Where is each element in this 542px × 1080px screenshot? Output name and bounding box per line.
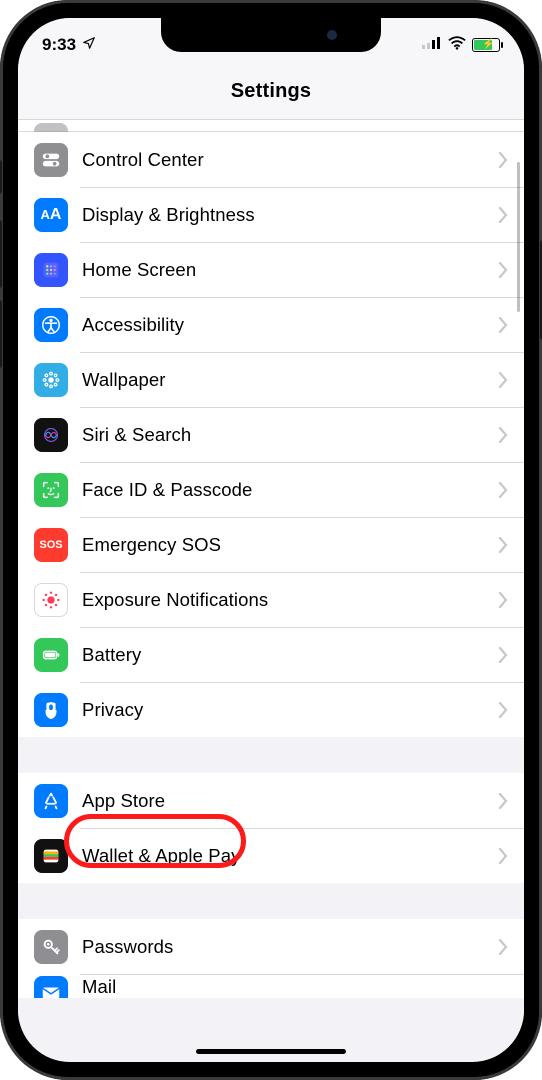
list-item-label: Passwords bbox=[82, 936, 498, 958]
chevron-right-icon bbox=[498, 848, 508, 864]
list-item-privacy[interactable]: Privacy bbox=[18, 682, 524, 737]
accessibility-icon bbox=[34, 308, 68, 342]
list-item-label: Wallet & Apple Pay bbox=[82, 845, 498, 867]
list-item-sos[interactable]: SOS Emergency SOS bbox=[18, 517, 524, 572]
settings-group: App Store Wallet & Apple Pay bbox=[18, 773, 524, 883]
list-item-passwords[interactable]: Passwords bbox=[18, 919, 524, 974]
list-item-label: Accessibility bbox=[82, 314, 498, 336]
chevron-right-icon bbox=[498, 427, 508, 443]
list-item-battery[interactable]: Battery bbox=[18, 627, 524, 682]
chevron-right-icon bbox=[498, 793, 508, 809]
nav-header: Settings bbox=[18, 66, 524, 120]
privacy-icon bbox=[34, 693, 68, 727]
list-item-label: Wallpaper bbox=[82, 369, 498, 391]
passwords-icon bbox=[34, 930, 68, 964]
battery-settings-icon bbox=[34, 638, 68, 672]
settings-group: Control Center AA Display & Brightness bbox=[18, 120, 524, 737]
chevron-right-icon bbox=[498, 317, 508, 333]
list-item-label: Privacy bbox=[82, 699, 498, 721]
location-icon bbox=[82, 35, 96, 55]
list-item-label: Control Center bbox=[82, 149, 498, 171]
list-item-control-center[interactable]: Control Center bbox=[18, 132, 524, 187]
siri-icon bbox=[34, 418, 68, 452]
list-item-mail[interactable]: Mail bbox=[18, 974, 524, 998]
screen: 9:33 bbox=[18, 18, 524, 1062]
chevron-right-icon bbox=[498, 537, 508, 553]
list-item-label: Battery bbox=[82, 644, 498, 666]
settings-list[interactable]: Control Center AA Display & Brightness bbox=[18, 120, 524, 1061]
status-time: 9:33 bbox=[42, 35, 76, 55]
exposure-icon bbox=[34, 583, 68, 617]
list-item-wallet[interactable]: Wallet & Apple Pay bbox=[18, 828, 524, 883]
list-item-label: Siri & Search bbox=[82, 424, 498, 446]
chevron-right-icon bbox=[498, 262, 508, 278]
appstore-icon bbox=[34, 784, 68, 818]
wifi-icon bbox=[448, 36, 466, 55]
list-item-siri[interactable]: Siri & Search bbox=[18, 407, 524, 462]
list-item-appstore[interactable]: App Store bbox=[18, 773, 524, 828]
notch bbox=[161, 18, 381, 52]
list-item-label: Display & Brightness bbox=[82, 204, 498, 226]
page-title: Settings bbox=[18, 80, 524, 103]
volume-up-button bbox=[0, 220, 2, 288]
chevron-right-icon bbox=[498, 939, 508, 955]
mute-switch bbox=[0, 160, 2, 194]
sos-icon: SOS bbox=[34, 528, 68, 562]
cellular-icon bbox=[422, 36, 442, 54]
display-icon: AA bbox=[34, 198, 68, 232]
list-item-home-screen[interactable]: Home Screen bbox=[18, 242, 524, 297]
list-item-label: Home Screen bbox=[82, 259, 498, 281]
list-item-label: Exposure Notifications bbox=[82, 589, 498, 611]
list-item-label: Face ID & Passcode bbox=[82, 479, 498, 501]
chevron-right-icon bbox=[498, 592, 508, 608]
chevron-right-icon bbox=[498, 207, 508, 223]
phone-frame: 9:33 bbox=[0, 0, 542, 1080]
chevron-right-icon bbox=[498, 372, 508, 388]
list-item-label: Mail bbox=[82, 976, 508, 998]
chevron-right-icon bbox=[498, 482, 508, 498]
list-item-exposure[interactable]: Exposure Notifications bbox=[18, 572, 524, 627]
home-indicator[interactable] bbox=[196, 1049, 346, 1054]
chevron-right-icon bbox=[498, 152, 508, 168]
wallet-icon bbox=[34, 839, 68, 873]
list-item-wallpaper[interactable]: Wallpaper bbox=[18, 352, 524, 407]
mail-icon bbox=[34, 976, 68, 998]
list-item-label: App Store bbox=[82, 790, 498, 812]
battery-icon: ⚡ bbox=[472, 38, 500, 52]
list-item-partial bbox=[18, 120, 524, 132]
wallpaper-icon bbox=[34, 363, 68, 397]
settings-group: Passwords Mail bbox=[18, 919, 524, 998]
volume-down-button bbox=[0, 300, 2, 368]
faceid-icon bbox=[34, 473, 68, 507]
list-item-display[interactable]: AA Display & Brightness bbox=[18, 187, 524, 242]
chevron-right-icon bbox=[498, 647, 508, 663]
list-item-accessibility[interactable]: Accessibility bbox=[18, 297, 524, 352]
scroll-indicator[interactable] bbox=[517, 162, 520, 312]
list-item-label: Emergency SOS bbox=[82, 534, 498, 556]
chevron-right-icon bbox=[498, 702, 508, 718]
control-center-icon bbox=[34, 143, 68, 177]
home-screen-icon bbox=[34, 253, 68, 287]
list-item-faceid[interactable]: Face ID & Passcode bbox=[18, 462, 524, 517]
